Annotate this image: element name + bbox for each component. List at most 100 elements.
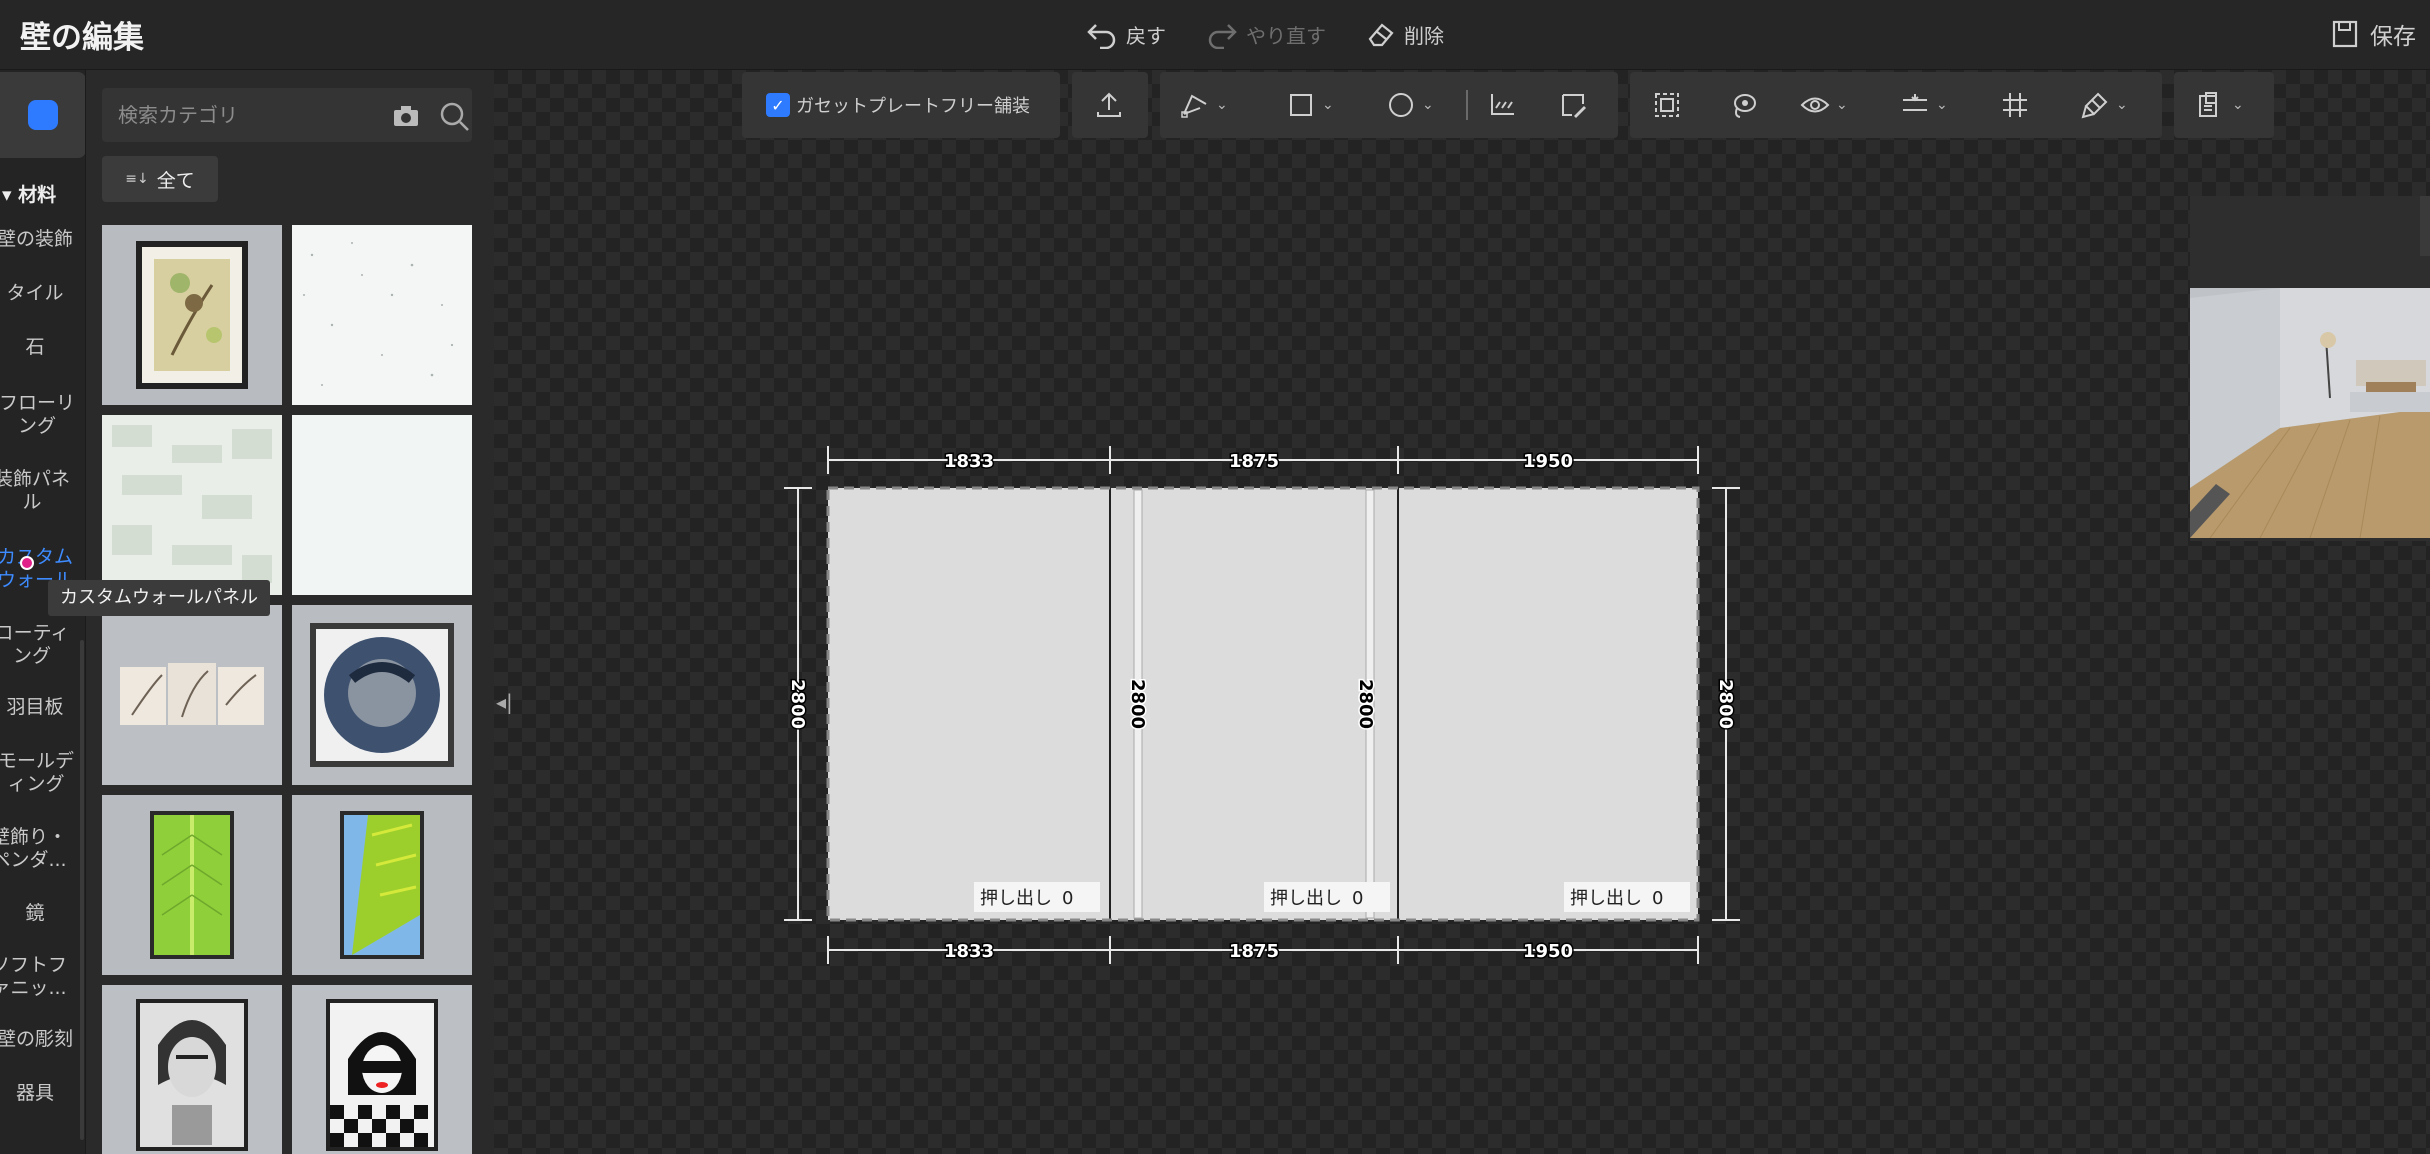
circle-button[interactable]: ⌄ bbox=[1386, 85, 1434, 125]
tile-thumb bbox=[136, 241, 248, 389]
material-tile[interactable] bbox=[292, 605, 472, 785]
chevron-down-icon: ⌄ bbox=[2232, 97, 2244, 113]
toolbar-gasset-group: ✓ ガセットプレートフリー舗装 bbox=[742, 72, 1060, 138]
lasso-button[interactable] bbox=[1728, 85, 1758, 125]
select-area-button[interactable] bbox=[1652, 85, 1682, 125]
material-tile[interactable] bbox=[292, 415, 472, 595]
align-baseline-button[interactable] bbox=[1486, 85, 1516, 125]
tile-thumb bbox=[102, 985, 282, 1154]
rail-item-wall-decor[interactable]: 壁の装飾 bbox=[0, 228, 80, 251]
delete-label: 削除 bbox=[1404, 23, 1444, 48]
preview-toggle[interactable] bbox=[2420, 196, 2430, 256]
paint-brush-button[interactable]: ⌄ bbox=[2080, 85, 2128, 125]
rail-item-flooring[interactable]: フローリング bbox=[0, 392, 76, 438]
wall-canvas[interactable] bbox=[494, 70, 2430, 1154]
toolbar-divider bbox=[1466, 90, 1468, 120]
material-tile[interactable] bbox=[102, 985, 282, 1154]
save-button[interactable]: 保存 bbox=[2330, 16, 2416, 52]
tile-thumb bbox=[292, 605, 472, 785]
material-tile[interactable] bbox=[292, 795, 472, 975]
pen-tool-button[interactable]: ⌄ bbox=[1180, 85, 1228, 125]
circle-icon bbox=[1389, 93, 1413, 117]
material-tile[interactable] bbox=[102, 225, 282, 405]
layout-icon bbox=[2199, 92, 2217, 117]
tile-thumb bbox=[292, 795, 472, 975]
upload-icon bbox=[1097, 92, 1121, 117]
redo-button[interactable]: やり直す bbox=[1206, 16, 1326, 52]
align-baseline-icon bbox=[1491, 94, 1514, 115]
delete-button[interactable]: 削除 bbox=[1364, 16, 1444, 52]
camera-icon[interactable] bbox=[392, 104, 420, 128]
split-icon bbox=[1903, 94, 1927, 111]
edit-shape-button[interactable] bbox=[1558, 85, 1588, 125]
material-tile[interactable] bbox=[292, 225, 472, 405]
rail-item-fixture[interactable]: 器具 bbox=[0, 1082, 80, 1105]
filter-all-button[interactable]: ≡↓ 全て bbox=[102, 156, 218, 202]
visibility-button[interactable]: ⌄ bbox=[1800, 85, 1848, 125]
material-tile[interactable] bbox=[102, 415, 282, 595]
chevron-down-icon: ⌄ bbox=[1422, 97, 1434, 113]
select-area-icon bbox=[1655, 93, 1679, 117]
chevron-down-icon: ⌄ bbox=[2116, 97, 2128, 113]
chevron-down-icon: ⌄ bbox=[1936, 97, 1948, 113]
tile-thumb bbox=[292, 225, 472, 405]
rail-section-materials[interactable]: ▾ 材料 bbox=[2, 180, 56, 207]
material-tile[interactable] bbox=[102, 795, 282, 975]
redo-label: やり直す bbox=[1246, 23, 1326, 48]
tile-thumb bbox=[292, 415, 472, 595]
upload-button[interactable] bbox=[1094, 85, 1124, 125]
tooltip: カスタムウォールパネル bbox=[48, 580, 270, 616]
eye-icon bbox=[1800, 97, 1830, 113]
material-tile[interactable] bbox=[102, 605, 282, 785]
tile-thumb bbox=[102, 415, 282, 595]
material-tile[interactable] bbox=[292, 985, 472, 1154]
rail-item-coating[interactable]: コーティング bbox=[0, 622, 72, 668]
rail-item-soft-furnishing[interactable]: ソフトファニッ... bbox=[0, 954, 70, 1000]
chevron-down-icon: ⌄ bbox=[1836, 97, 1848, 113]
split-button[interactable]: ⌄ bbox=[1900, 85, 1948, 125]
room-render bbox=[2190, 288, 2430, 538]
search-box bbox=[102, 88, 472, 142]
collapse-panel-icon[interactable]: ◂| bbox=[496, 690, 518, 720]
eraser-icon bbox=[1368, 23, 1394, 47]
toolbar-draw-group: ⌄ ⌄ ⌄ bbox=[1160, 72, 1618, 138]
page-title: 壁の編集 bbox=[20, 20, 144, 56]
toolbar-view-group: ⌄ ⌄ ⌄ bbox=[1630, 72, 2162, 138]
undo-icon bbox=[1087, 24, 1116, 49]
rectangle-icon bbox=[1290, 94, 1312, 116]
sort-icon: ≡↓ bbox=[125, 171, 149, 187]
lasso-icon bbox=[1734, 94, 1756, 118]
tile-thumb bbox=[102, 605, 282, 785]
rectangle-button[interactable]: ⌄ bbox=[1286, 85, 1334, 125]
rail-item-tile[interactable]: タイル bbox=[0, 282, 80, 305]
box-icon bbox=[28, 100, 58, 130]
toolbar-layout-group: ⌄ bbox=[2174, 72, 2274, 138]
rail-item-wall-pendant[interactable]: 壁飾り・ペンダ... bbox=[0, 826, 70, 872]
rail-item-mirror[interactable]: 鏡 bbox=[0, 902, 80, 925]
checkbox-checked-icon: ✓ bbox=[766, 93, 790, 117]
rail-item-wall-sculpture[interactable]: 壁の彫刻 bbox=[0, 1028, 80, 1051]
layout-button[interactable]: ⌄ bbox=[2196, 85, 2244, 125]
rail-scrollbar[interactable] bbox=[80, 640, 84, 1140]
pen-tool-icon bbox=[1181, 94, 1207, 118]
filter-label: 全て bbox=[156, 169, 195, 192]
undo-button[interactable]: 戻す bbox=[1086, 16, 1166, 52]
search-input[interactable] bbox=[118, 100, 348, 130]
gasset-label: ガセットプレートフリー舗装 bbox=[796, 96, 1030, 117]
chevron-down-icon: ⌄ bbox=[1216, 97, 1228, 113]
room-preview[interactable] bbox=[2190, 196, 2430, 541]
rail-item-wainscot[interactable]: 羽目板 bbox=[0, 696, 80, 719]
tile-thumb bbox=[102, 795, 282, 975]
edit-shape-icon bbox=[1562, 94, 1586, 118]
gasset-checkbox[interactable]: ✓ ガセットプレートフリー舗装 bbox=[766, 85, 1030, 125]
grid-button[interactable] bbox=[2000, 85, 2030, 125]
rail-item-deco-panel[interactable]: 装飾パネル bbox=[0, 468, 72, 514]
rail-item-stone[interactable]: 石 bbox=[0, 336, 80, 359]
cursor-indicator bbox=[20, 556, 34, 570]
rail-item-molding[interactable]: モールディング bbox=[0, 750, 78, 796]
search-icon[interactable] bbox=[438, 100, 470, 132]
materials-tab[interactable] bbox=[0, 72, 85, 158]
save-icon bbox=[2332, 20, 2358, 48]
toolbar-upload-group bbox=[1072, 72, 1148, 138]
chevron-down-icon: ⌄ bbox=[1322, 97, 1334, 113]
